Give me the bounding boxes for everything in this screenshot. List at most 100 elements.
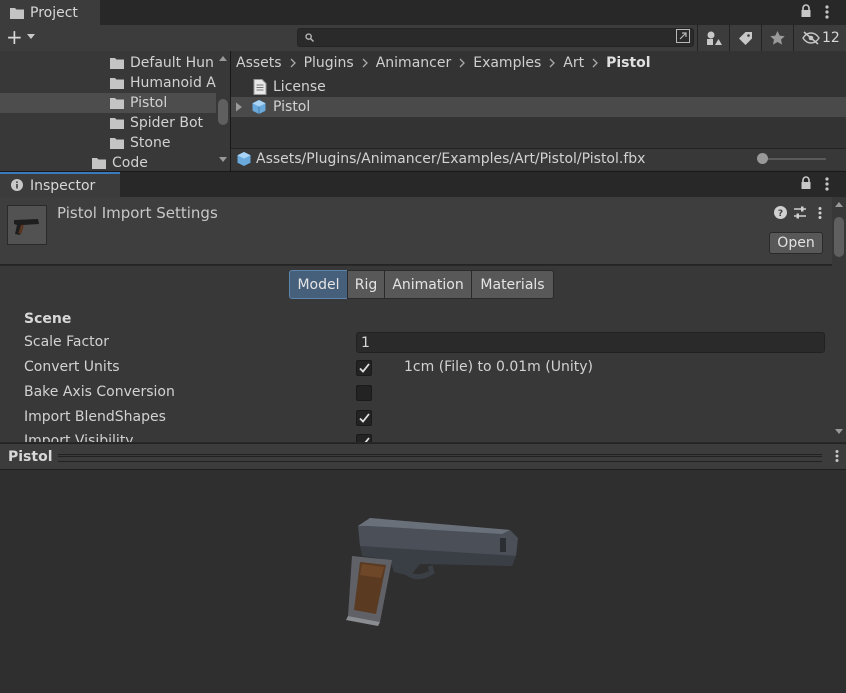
tree-item-default-humanoid[interactable]: Default Hun [0, 53, 216, 73]
expand-arrow-icon[interactable] [235, 102, 243, 112]
inspector-scrollbar[interactable] [832, 197, 846, 442]
inspector-header: Pistol Import Settings ? Open [0, 197, 832, 265]
tree-item-label: Code [112, 155, 148, 171]
breadcrumb-examples[interactable]: Examples [473, 55, 541, 71]
pistol-thumbnail-icon [14, 219, 39, 235]
search-by-type-icon[interactable] [676, 29, 690, 43]
filter-by-type-button[interactable] [697, 25, 729, 51]
tree-item-label: Stone [130, 135, 171, 151]
tab-materials[interactable]: Materials [471, 270, 554, 299]
import-blendshapes-label: Import BlendShapes [24, 409, 166, 425]
folder-icon [110, 57, 124, 69]
text-file-icon [253, 79, 267, 95]
preset-icon[interactable] [793, 206, 807, 219]
icon-size-slider-thumb[interactable] [757, 153, 768, 164]
folder-icon [110, 137, 124, 149]
lock-icon[interactable] [800, 4, 812, 18]
drag-handle[interactable] [58, 454, 822, 462]
icon-size-slider[interactable] [761, 158, 826, 160]
tree-item-spider-bot[interactable]: Spider Bot [0, 113, 216, 133]
breadcrumb: Assets Plugins Animancer Examples Art Pi… [236, 53, 651, 73]
chevron-right-icon [459, 58, 466, 68]
info-icon [11, 179, 23, 191]
tree-item-label: Spider Bot [130, 115, 204, 131]
folder-icon [10, 7, 24, 19]
preview-header[interactable]: Pistol [0, 443, 846, 470]
tab-project-label: Project [30, 5, 78, 21]
pistol-model-icon [346, 518, 518, 626]
lock-icon[interactable] [800, 176, 812, 190]
convert-units-checkbox[interactable] [356, 360, 372, 376]
scroll-down-icon[interactable] [219, 157, 227, 163]
tree-item-stone[interactable]: Stone [0, 133, 216, 153]
search-input[interactable] [297, 28, 694, 47]
checkmark-icon [359, 437, 370, 442]
model-prefab-icon [251, 99, 267, 115]
open-button[interactable]: Open [769, 232, 823, 254]
tree-item-label: Pistol [130, 95, 168, 111]
filter-by-type-icon [706, 31, 722, 46]
breadcrumb-pistol[interactable]: Pistol [606, 55, 651, 71]
breadcrumb-plugins[interactable]: Plugins [304, 55, 354, 71]
asset-path-bar: Assets/Plugins/Animancer/Examples/Art/Pi… [231, 148, 846, 170]
scale-factor-field[interactable]: 1 [356, 332, 825, 353]
folder-icon [110, 77, 124, 89]
tab-inspector[interactable]: Inspector [0, 172, 120, 197]
inspector-scroll-thumb[interactable] [834, 217, 844, 257]
asset-item-pistol[interactable]: Pistol [231, 97, 846, 117]
asset-label: Pistol [273, 99, 311, 115]
kebab-menu-icon[interactable] [834, 449, 840, 463]
asset-label: License [273, 79, 326, 95]
preview-title: Pistol [8, 449, 53, 465]
scale-factor-label: Scale Factor [24, 334, 109, 350]
kebab-menu-icon[interactable] [824, 176, 830, 192]
scroll-down-icon[interactable] [835, 429, 843, 435]
convert-units-note: 1cm (File) to 0.01m (Unity) [404, 359, 593, 375]
scale-factor-value: 1 [361, 335, 370, 351]
kebab-menu-icon[interactable] [824, 4, 830, 20]
component-menu-icon[interactable] [817, 206, 823, 220]
favorites-button[interactable] [761, 25, 793, 51]
asset-item-license[interactable]: License [231, 77, 846, 97]
tree-item-pistol[interactable]: Pistol [0, 93, 216, 113]
clipped-row: Import Visibility [0, 431, 832, 442]
asset-thumbnail [7, 205, 47, 245]
filter-by-label-button[interactable] [729, 25, 761, 51]
section-scene-header: Scene [24, 311, 72, 327]
chevron-right-icon [549, 58, 556, 68]
tree-item-humanoid[interactable]: Humanoid A [0, 73, 216, 93]
bake-axis-checkbox[interactable] [356, 385, 372, 401]
tab-animation[interactable]: Animation [384, 270, 472, 299]
tab-project[interactable]: Project [0, 0, 100, 25]
tree-scrollbar[interactable] [216, 51, 230, 171]
tag-icon [738, 31, 753, 46]
scroll-up-icon[interactable] [219, 55, 227, 61]
tab-rig[interactable]: Rig [347, 270, 385, 299]
folder-icon [92, 157, 106, 169]
import-visibility-label: Import Visibility [24, 433, 134, 442]
inspector-tab-bar [0, 172, 846, 197]
breadcrumb-art[interactable]: Art [563, 55, 584, 71]
convert-units-label: Convert Units [24, 359, 120, 375]
help-icon[interactable]: ? [774, 206, 787, 219]
folder-icon [110, 117, 124, 129]
import-visibility-checkbox[interactable] [356, 434, 372, 442]
hidden-packages-button[interactable]: 12 [793, 25, 846, 51]
add-label: + [6, 25, 23, 49]
asset-path: Assets/Plugins/Animancer/Examples/Art/Pi… [256, 151, 646, 167]
tree-item-code[interactable]: Code [0, 153, 216, 173]
breadcrumb-assets[interactable]: Assets [236, 55, 282, 71]
star-icon [770, 31, 785, 45]
tree-item-label: Humanoid A [130, 75, 216, 91]
scroll-up-icon[interactable] [835, 201, 843, 207]
bake-axis-label: Bake Axis Conversion [24, 384, 175, 400]
project-tab-bar [0, 0, 846, 25]
chevron-right-icon [290, 58, 296, 68]
import-blendshapes-checkbox[interactable] [356, 410, 372, 426]
tree-scroll-thumb[interactable] [218, 99, 228, 125]
model-preview[interactable] [0, 470, 846, 693]
breadcrumb-animancer[interactable]: Animancer [376, 55, 452, 71]
add-asset-button[interactable]: + [6, 26, 35, 48]
tab-model[interactable]: Model [289, 270, 348, 299]
hidden-count: 12 [822, 30, 840, 46]
